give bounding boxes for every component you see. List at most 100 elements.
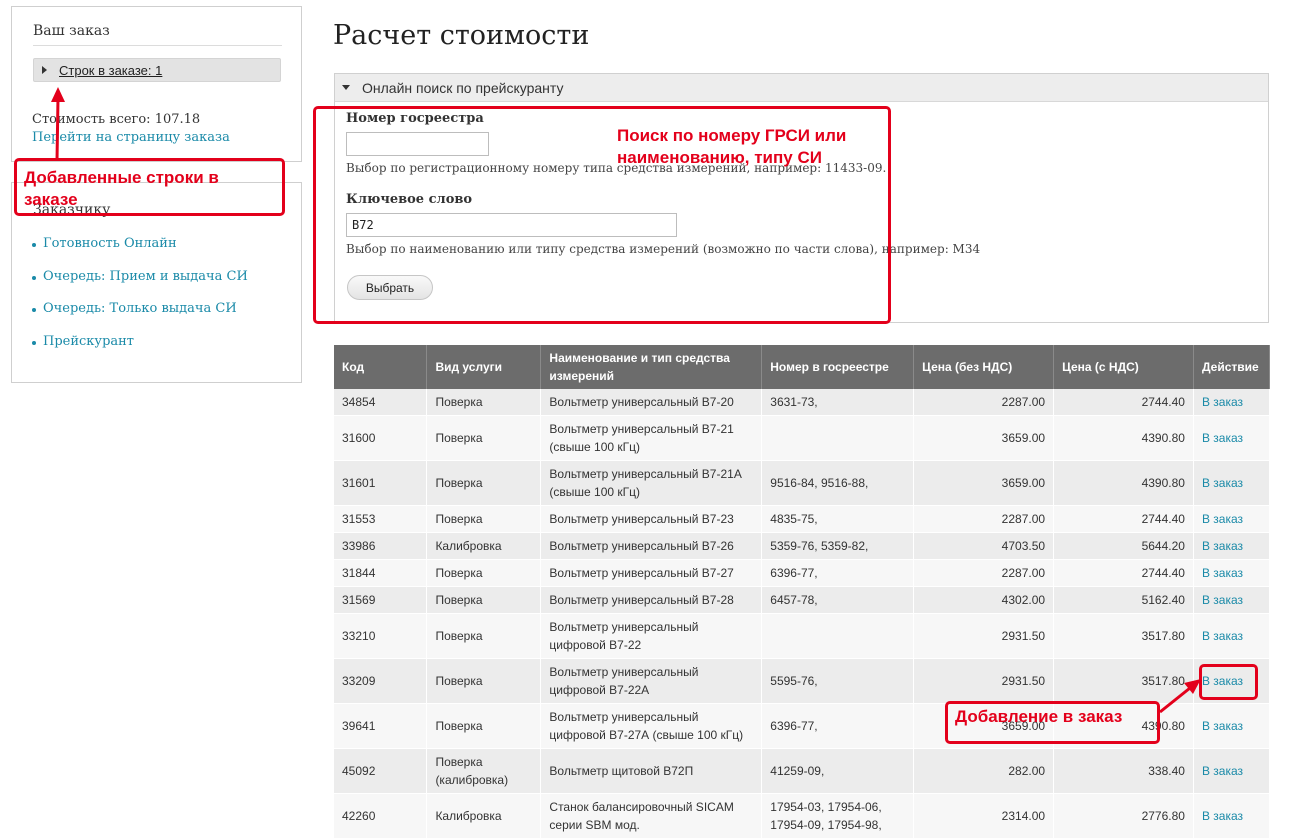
cell-service: Поверка — [426, 586, 542, 614]
add-to-order-link[interactable]: В заказ — [1193, 532, 1271, 560]
add-to-order-link[interactable]: В заказ — [1193, 703, 1271, 749]
cell-code: 33210 — [334, 613, 428, 659]
cell-price: 3659.00 — [913, 460, 1055, 506]
cell-name: Вольтметр универсальный цифровой В7-22А — [540, 658, 763, 704]
order-total: Стоимость всего: 107.18 — [32, 112, 201, 127]
cell-service: Поверка (калибровка) — [426, 748, 542, 794]
cell-reg-number: 41259-09, — [761, 748, 915, 794]
cell-price: 4302.00 — [913, 586, 1055, 614]
cell-price-vat: 3517.80 — [1053, 658, 1194, 704]
table-row: 45092 Поверка (калибровка) Вольтметр щитов… — [334, 748, 1271, 794]
add-to-order-link[interactable]: В заказ — [1193, 460, 1271, 506]
cell-code: 33209 — [334, 658, 428, 704]
cell-code: 31553 — [334, 505, 428, 533]
cell-service: Поверка — [426, 559, 542, 587]
cell-reg-number: 6396-77, — [761, 703, 915, 749]
cell-price: 4703.50 — [913, 532, 1055, 560]
cell-price: 2287.00 — [913, 389, 1055, 416]
cell-code: 39641 — [334, 703, 428, 749]
cell-reg-number: 9516-84, 9516-88, — [761, 460, 915, 506]
cell-name: Вольтметр универсальный В7-21 (свыше 100… — [540, 415, 763, 461]
cell-reg-number: 4835-75, — [761, 505, 915, 533]
cell-price: 2287.00 — [913, 559, 1055, 587]
table-row: 33210 Поверка Вольтметр универсальный цифр… — [334, 613, 1271, 659]
order-rows-link[interactable]: Строк в заказе: 1 — [59, 63, 162, 78]
table-row: 31553 Поверка Вольтметр универсальный В7-2… — [334, 505, 1271, 533]
cell-price: 3659.00 — [913, 415, 1055, 461]
cell-code: 31844 — [334, 559, 428, 587]
cell-name: Вольтметр универсальный В7-23 — [540, 505, 763, 533]
table-row: 33209 Поверка Вольтметр универсальный цифр… — [334, 658, 1271, 704]
cell-reg-number: 5595-76, — [761, 658, 915, 704]
search-fieldset-legend[interactable]: Онлайн поиск по прейскуранту — [335, 74, 1268, 102]
goto-order-page-link[interactable]: Перейти на страницу заказа — [32, 130, 230, 145]
caret-down-icon — [342, 85, 350, 90]
cell-reg-number: 5359-76, 5359-82, — [761, 532, 915, 560]
cell-code: 34854 — [334, 389, 428, 416]
annotation-add-text: Добавление в заказ — [955, 707, 1123, 726]
table-header-row: Код Вид услуги Наименование и тип средст… — [334, 345, 1271, 389]
cell-price: 282.00 — [913, 748, 1055, 794]
cell-reg-number: 17954-03, 17954-06, 17954-09, 17954-98, — [761, 793, 915, 839]
cell-code: 33986 — [334, 532, 428, 560]
col-header-service[interactable]: Вид услуги — [426, 345, 542, 389]
annotation-search-text: Поиск по номеру ГРСИ или наименованию, т… — [617, 126, 847, 167]
cell-reg-number — [761, 613, 915, 659]
cell-name: Вольтметр универсальный В7-20 — [540, 389, 763, 416]
cell-price-vat: 338.40 — [1053, 748, 1194, 794]
cell-service: Поверка — [426, 389, 542, 416]
cell-reg-number: 6457-78, — [761, 586, 915, 614]
add-to-order-link[interactable]: В заказ — [1193, 559, 1271, 587]
table-row: 33986 Калибровка Вольтметр универсальный В… — [334, 532, 1271, 560]
cell-price-vat: 4390.80 — [1053, 460, 1194, 506]
add-to-order-link[interactable]: В заказ — [1193, 389, 1271, 416]
add-to-order-link[interactable]: В заказ — [1193, 505, 1271, 533]
order-block-title: Ваш заказ — [33, 23, 110, 39]
add-to-order-link[interactable]: В заказ — [1193, 793, 1271, 839]
col-header-name[interactable]: Наименование и тип средства измерений — [540, 345, 763, 389]
menu-item-pricelist[interactable]: Прейскурант — [32, 334, 248, 367]
col-header-reg[interactable]: Номер в госреестре — [761, 345, 915, 389]
table-row: 34854 Поверка Вольтметр универсальный В7-2… — [334, 389, 1271, 416]
cell-service: Поверка — [426, 460, 542, 506]
cell-price: 2287.00 — [913, 505, 1055, 533]
cell-price: 2931.50 — [913, 613, 1055, 659]
cell-price-vat: 4390.80 — [1053, 415, 1194, 461]
col-header-code[interactable]: Код — [334, 345, 428, 389]
order-summary-block: Ваш заказ Строк в заказе: 1 Стоимость вс… — [11, 6, 302, 162]
menu-item-queue-pickup[interactable]: Очередь: Только выдача СИ — [32, 301, 248, 334]
cell-price-vat: 5644.20 — [1053, 532, 1194, 560]
cell-service: Поверка — [426, 613, 542, 659]
cell-code: 42260 — [334, 793, 428, 839]
menu-item-queue-intake[interactable]: Очередь: Прием и выдача СИ — [32, 269, 248, 302]
cell-name: Вольтметр универсальный В7-27 — [540, 559, 763, 587]
add-to-order-link[interactable]: В заказ — [1193, 586, 1271, 614]
cell-price-vat: 2744.40 — [1053, 505, 1194, 533]
order-rows-toggle[interactable]: Строк в заказе: 1 — [33, 58, 281, 82]
cell-code: 31600 — [334, 415, 428, 461]
cell-price: 2314.00 — [913, 793, 1055, 839]
cell-price-vat: 5162.40 — [1053, 586, 1194, 614]
cell-price-vat: 2776.80 — [1053, 793, 1194, 839]
cell-name: Вольтметр универсальный В7-28 — [540, 586, 763, 614]
table-row: 31600 Поверка Вольтметр универсальный В7-2… — [334, 415, 1271, 461]
search-fieldset-label: Онлайн поиск по прейскуранту — [362, 80, 564, 96]
add-to-order-link[interactable]: В заказ — [1193, 415, 1271, 461]
col-header-price-vat[interactable]: Цена (с НДС) — [1053, 345, 1194, 389]
cell-name: Вольтметр универсальный цифровой В7-27А … — [540, 703, 763, 749]
cell-price-vat: 2744.40 — [1053, 559, 1194, 587]
cell-price-vat: 2744.40 — [1053, 389, 1194, 416]
col-header-price[interactable]: Цена (без НДС) — [913, 345, 1055, 389]
cell-name: Вольтметр универсальный цифровой В7-22 — [540, 613, 763, 659]
cell-name: Вольтметр щитовой В72П — [540, 748, 763, 794]
menu-item-readiness[interactable]: Готовность Онлайн — [32, 236, 248, 269]
col-header-action: Действие — [1193, 345, 1271, 389]
cell-name: Вольтметр универсальный В7-21А (свыше 10… — [540, 460, 763, 506]
cell-reg-number: 3631-73, — [761, 389, 915, 416]
table-row: 42260 Калибровка Станок балансировочный SI… — [334, 793, 1271, 839]
cell-price: 2931.50 — [913, 658, 1055, 704]
add-to-order-link[interactable]: В заказ — [1193, 748, 1271, 794]
add-to-order-link[interactable]: В заказ — [1193, 613, 1271, 659]
cell-service: Поверка — [426, 658, 542, 704]
cell-service: Поверка — [426, 505, 542, 533]
